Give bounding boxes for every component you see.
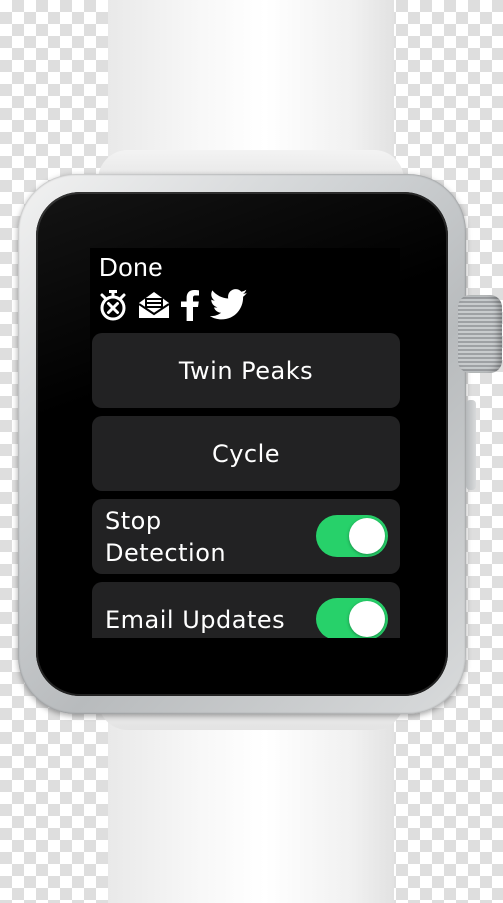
- side-button: [466, 400, 476, 490]
- share-icon-row: [98, 288, 248, 322]
- twin-peaks-button[interactable]: Twin Peaks: [92, 333, 400, 408]
- stopwatch-cancel-icon[interactable]: [98, 289, 128, 321]
- mail-icon[interactable]: [138, 290, 170, 320]
- stop-detection-row: Stop Detection: [92, 499, 400, 574]
- done-button[interactable]: Done: [99, 252, 163, 283]
- facebook-icon[interactable]: [180, 289, 200, 321]
- cycle-button[interactable]: Cycle: [92, 416, 400, 491]
- twin-peaks-label: Twin Peaks: [178, 356, 314, 385]
- twitter-icon[interactable]: [210, 289, 248, 321]
- switch-knob: [349, 518, 385, 554]
- email-updates-row: Email Updates: [92, 582, 400, 638]
- stop-detection-switch[interactable]: [316, 515, 388, 557]
- watch-screen: Done Twin Peaks Cycle Stop Detection Ema…: [90, 248, 400, 638]
- email-updates-switch[interactable]: [316, 598, 388, 638]
- stop-detection-label: Stop Detection: [105, 507, 227, 567]
- email-updates-label: Email Updates: [105, 606, 286, 634]
- cycle-label: Cycle: [211, 439, 281, 468]
- digital-crown: [458, 295, 502, 373]
- switch-knob: [349, 601, 385, 637]
